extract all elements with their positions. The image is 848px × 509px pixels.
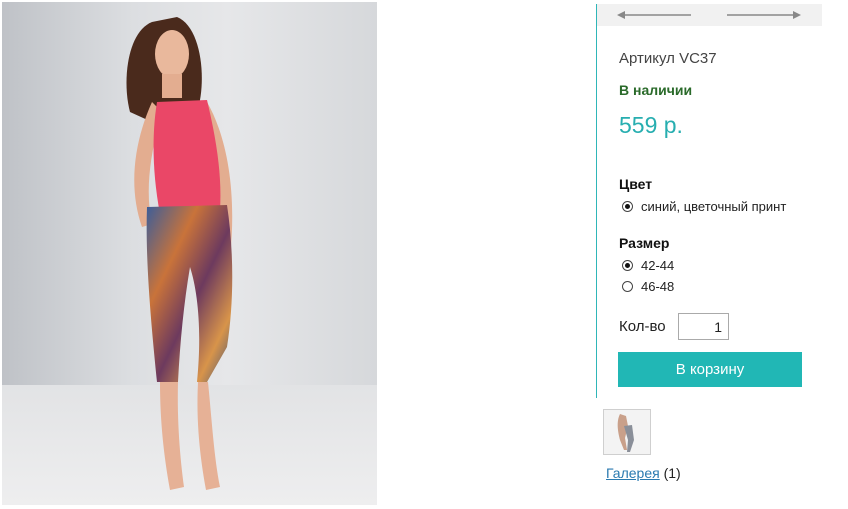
product-sku: Артикул VC37 bbox=[619, 50, 717, 67]
product-price: 559 р. bbox=[619, 112, 683, 138]
quantity-input[interactable] bbox=[678, 313, 729, 340]
color-option-blue-floral[interactable]: синий, цветочный принт bbox=[622, 199, 786, 214]
gallery-link[interactable]: Галерея bbox=[606, 465, 660, 481]
color-option-title: Цвет bbox=[619, 176, 653, 192]
size-option-label: 42-44 bbox=[641, 258, 675, 273]
arrow-right-icon[interactable] bbox=[727, 10, 801, 20]
stock-status: В наличии bbox=[619, 82, 693, 98]
radio-button[interactable] bbox=[622, 260, 633, 271]
product-navigation bbox=[597, 4, 822, 26]
gallery-count: (1) bbox=[663, 465, 681, 481]
size-option-label: 46-48 bbox=[641, 279, 675, 294]
gallery-thumbnail[interactable] bbox=[603, 409, 651, 455]
product-photo[interactable] bbox=[2, 2, 377, 505]
size-option-title: Размер bbox=[619, 235, 670, 251]
arrow-left-icon[interactable] bbox=[617, 10, 691, 20]
thumbnail-image bbox=[604, 410, 650, 454]
model-illustration bbox=[126, 17, 233, 490]
radio-button[interactable] bbox=[622, 201, 633, 212]
size-option-42-44[interactable]: 42-44 bbox=[622, 258, 674, 273]
quantity-label: Кол-во bbox=[619, 318, 666, 335]
size-option-46-48[interactable]: 46-48 bbox=[622, 279, 674, 294]
radio-button[interactable] bbox=[622, 281, 633, 292]
add-to-cart-button[interactable]: В корзину bbox=[618, 352, 802, 387]
gallery-section: Галерея (1) bbox=[606, 465, 681, 481]
color-option-label: синий, цветочный принт bbox=[641, 199, 787, 214]
